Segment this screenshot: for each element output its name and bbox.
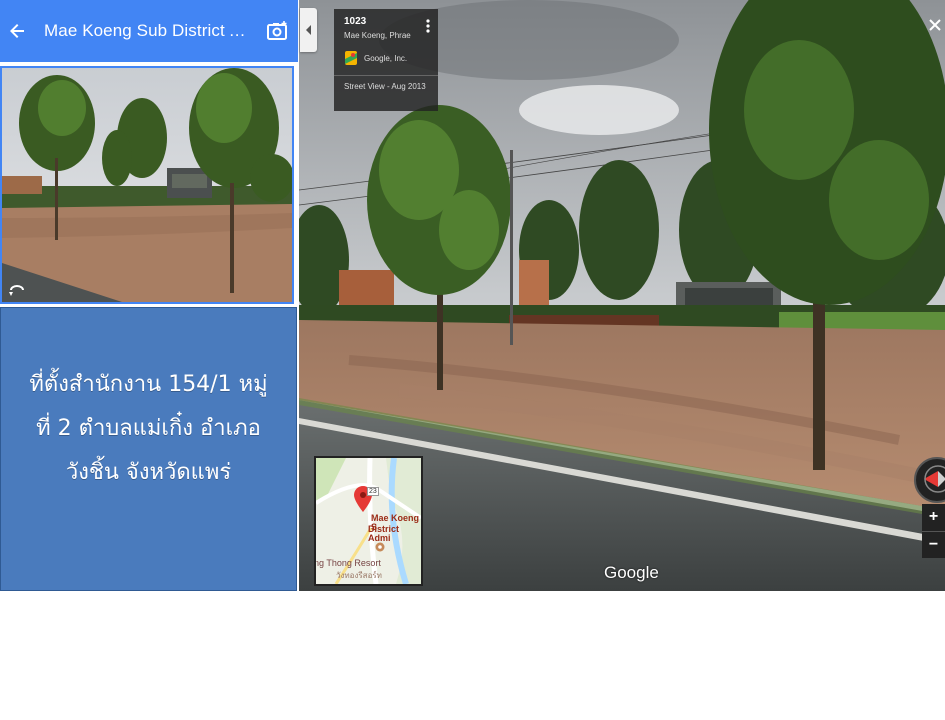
address-line-1: ที่ตั้งสำนักงาน 154/1 หมู่ — [29, 372, 268, 397]
collapse-panel-button[interactable] — [300, 8, 317, 52]
pegman-icon — [345, 51, 357, 65]
map-poi-icon — [375, 542, 385, 552]
card-menu-button[interactable] — [426, 19, 430, 38]
map-resort-label-thai: วังทองรีสอร์ท — [336, 571, 382, 580]
card-subtitle: Mae Koeng, Phrae — [344, 31, 411, 40]
add-photo-button[interactable] — [258, 0, 298, 62]
address-line-3: วังชิ้น จังหวัดแพร่ — [65, 460, 232, 485]
panel-title: Mae Koeng Sub District Ad... — [44, 21, 258, 40]
close-icon — [929, 19, 941, 31]
compass-button[interactable] — [914, 457, 945, 503]
google-logo: Google — [604, 563, 659, 582]
card-owner-row: Google, Inc. — [344, 50, 428, 66]
photo-360-icon — [9, 285, 24, 296]
compass-icon — [924, 465, 945, 493]
back-arrow-icon — [10, 24, 24, 38]
address-line-2: ที่ 2 ตำบลแม่เกิ๋ง อำเภอ — [36, 416, 261, 441]
address-text: ที่ตั้งสำนักงาน 154/1 หมู่ ที่ 2 ตำบลแม่… — [19, 363, 277, 495]
card-owner: Google, Inc. — [364, 53, 408, 63]
zoom-control: + − — [922, 504, 945, 558]
street-photo-thumbnail[interactable] — [0, 66, 294, 304]
map-resort-label: ng Thong Resort — [314, 558, 381, 568]
zoom-in-button[interactable]: + — [922, 504, 945, 531]
add-photo-icon — [267, 21, 287, 40]
side-panel: Mae Koeng Sub District Ad... ที่ตั้งสำนั… — [0, 0, 298, 591]
zoom-out-button[interactable]: − — [922, 532, 945, 559]
close-button[interactable] — [929, 18, 941, 36]
minimap[interactable]: 23 Mae Koeng S District Admi ng Thong Re… — [314, 456, 423, 586]
map-place-label-2: District Admi — [368, 524, 400, 543]
street-view-info-card: 1023 Mae Koeng, Phrae Google, Inc. Stree… — [334, 9, 438, 111]
card-divider — [334, 75, 438, 76]
collapse-chevron-icon — [305, 25, 311, 35]
card-title: 1023 — [344, 16, 367, 27]
more-vert-icon — [426, 19, 430, 33]
thumbnail-image — [2, 68, 292, 302]
address-info-box: ที่ตั้งสำนักงาน 154/1 หมู่ ที่ 2 ตำบลแม่… — [0, 307, 297, 591]
panel-header: Mae Koeng Sub District Ad... — [0, 0, 298, 62]
card-date: Street View - Aug 2013 — [344, 82, 426, 91]
back-button[interactable] — [0, 0, 34, 62]
map-route-shield: 23 — [367, 487, 379, 496]
